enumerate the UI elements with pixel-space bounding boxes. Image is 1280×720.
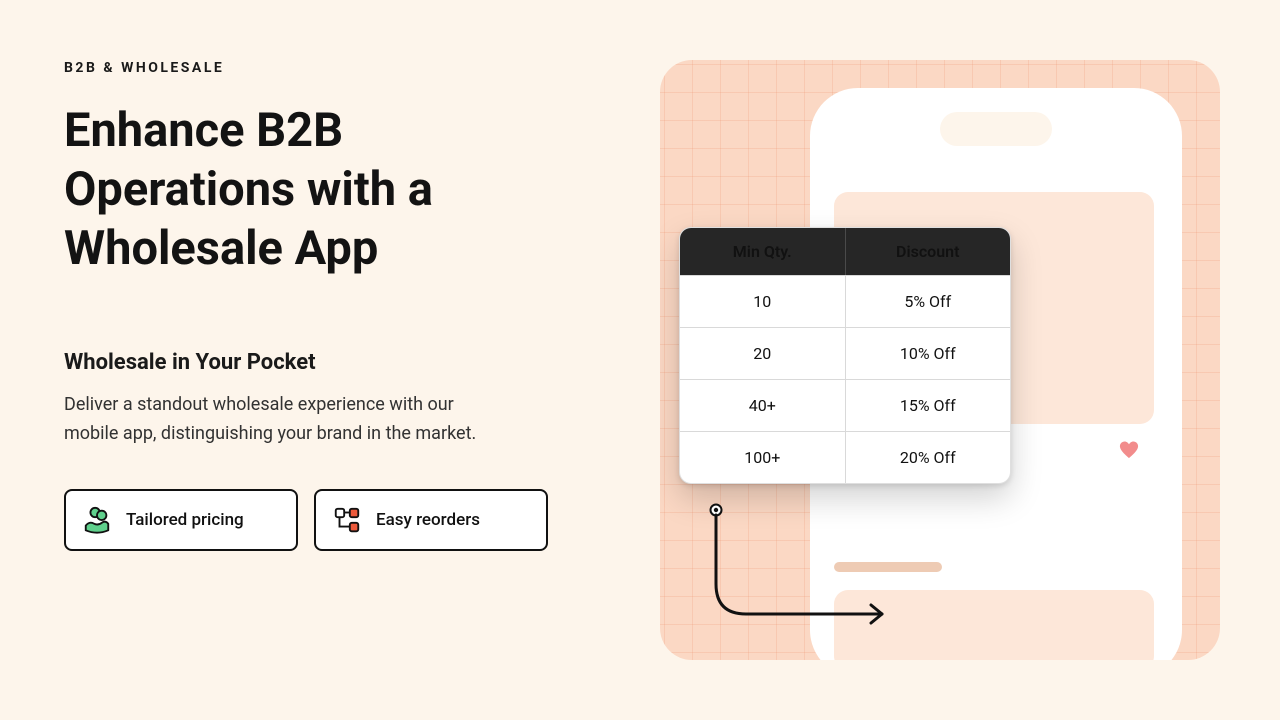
cell-discount: 10% Off [846, 327, 1011, 379]
pricing-table: Min Qty. Discount 10 5% Off 20 10% Off 4… [679, 227, 1011, 484]
chip-tailored-pricing[interactable]: Tailored pricing [64, 489, 298, 551]
cell-discount: 20% Off [846, 431, 1011, 483]
cell-qty: 20 [680, 327, 846, 379]
table-row: 100+ 20% Off [680, 431, 1010, 483]
cell-qty: 10 [680, 275, 846, 327]
subheading: Wholesale in Your Pocket [64, 350, 584, 375]
headline: Enhance B2B Operations with a Wholesale … [64, 102, 584, 278]
left-column: B2B & WHOLESALE Enhance B2B Operations w… [64, 60, 584, 551]
phone-card-placeholder [834, 590, 1154, 660]
col-header-discount: Discount [846, 228, 1011, 275]
body-copy: Deliver a standout wholesale experience … [64, 391, 504, 449]
table-row: 40+ 15% Off [680, 379, 1010, 431]
heart-icon [1118, 440, 1140, 460]
illustration-panel: Min Qty. Discount 10 5% Off 20 10% Off 4… [660, 60, 1220, 660]
chip-easy-reorders[interactable]: Easy reorders [314, 489, 548, 551]
cell-discount: 15% Off [846, 379, 1011, 431]
reorder-icon [332, 505, 362, 535]
pricing-table-header: Min Qty. Discount [680, 228, 1010, 275]
phone-text-placeholder [834, 562, 942, 572]
phone-notch-pill [940, 112, 1052, 146]
table-row: 20 10% Off [680, 327, 1010, 379]
cell-discount: 5% Off [846, 275, 1011, 327]
table-row: 10 5% Off [680, 275, 1010, 327]
cell-qty: 100+ [680, 431, 846, 483]
cell-qty: 40+ [680, 379, 846, 431]
pricing-icon [82, 505, 112, 535]
eyebrow-label: B2B & WHOLESALE [64, 60, 584, 76]
chip-label: Easy reorders [376, 510, 480, 530]
chip-label: Tailored pricing [126, 510, 244, 530]
feature-chip-row: Tailored pricing Easy reorders [64, 489, 584, 551]
page: B2B & WHOLESALE Enhance B2B Operations w… [0, 0, 1280, 720]
col-header-qty: Min Qty. [680, 228, 846, 275]
